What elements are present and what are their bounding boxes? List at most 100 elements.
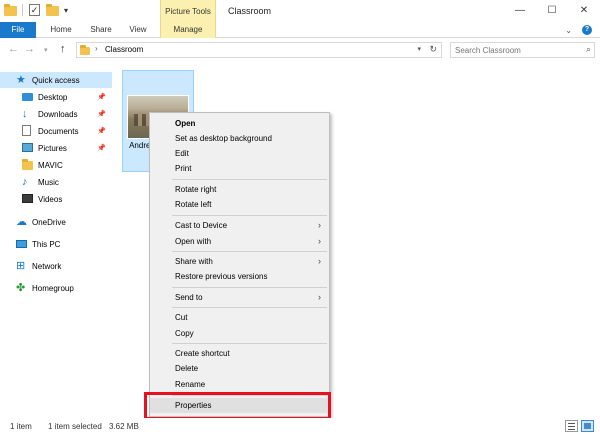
forward-arrow-icon[interactable]: →	[24, 43, 35, 55]
nav-item-pictures[interactable]: Pictures 📌	[0, 140, 112, 156]
quick-access-toolbar: ✓ ▾	[4, 4, 68, 16]
menu-item-label: Open with	[175, 237, 212, 246]
star-icon: ★	[16, 74, 26, 86]
menu-item-cast-to-device[interactable]: Cast to Device ›	[150, 218, 329, 233]
menu-item-delete[interactable]: Delete	[150, 361, 329, 376]
nav-item-music[interactable]: ♪ Music	[0, 174, 112, 190]
details-view-icon[interactable]	[565, 420, 578, 432]
tab-manage[interactable]: Manage	[160, 22, 216, 38]
nav-item-label: MAVIC	[38, 160, 63, 170]
search-box[interactable]: ⌕	[450, 42, 595, 58]
desktop-icon	[22, 91, 34, 103]
nav-item-label: Music	[38, 177, 59, 187]
menu-item-open-with[interactable]: Open with ›	[150, 234, 329, 249]
search-icon[interactable]: ⌕	[586, 44, 591, 55]
nav-item-label: Desktop	[38, 92, 68, 102]
menu-separator	[172, 307, 327, 308]
selection-size: 3.62 MB	[109, 422, 139, 431]
pin-icon[interactable]: 📌	[97, 144, 106, 152]
menu-item-create-shortcut[interactable]: Create shortcut	[150, 346, 329, 361]
video-icon	[22, 193, 34, 205]
tab-view[interactable]: View	[122, 22, 154, 38]
pin-icon[interactable]: 📌	[97, 110, 106, 118]
toolbar-divider	[22, 4, 23, 16]
menu-item-cut[interactable]: Cut	[150, 310, 329, 325]
picture-tools-header: Picture Tools	[160, 0, 216, 22]
nav-item-downloads[interactable]: ↓ Downloads 📌	[0, 106, 112, 122]
tab-file[interactable]: File	[0, 22, 36, 38]
menu-item-copy[interactable]: Copy	[150, 326, 329, 341]
pictures-icon	[22, 142, 34, 154]
menu-separator	[172, 287, 327, 288]
nav-item-onedrive[interactable]: ☁ OneDrive	[0, 214, 112, 230]
nav-item-label: Quick access	[32, 75, 80, 85]
nav-item-label: OneDrive	[32, 217, 66, 227]
address-dropdown-icon[interactable]: ▾	[417, 45, 421, 53]
nav-item-videos[interactable]: Videos	[0, 191, 112, 207]
menu-item-set-desktop-background[interactable]: Set as desktop background	[150, 131, 329, 146]
menu-item-open[interactable]: Open	[150, 116, 329, 131]
tab-share[interactable]: Share	[84, 22, 118, 38]
menu-separator	[172, 343, 327, 344]
expand-ribbon-icon[interactable]: ⌄	[565, 26, 572, 35]
nav-item-label: Pictures	[38, 143, 67, 153]
nav-item-label: Network	[32, 261, 62, 271]
back-arrow-icon[interactable]: ←	[8, 43, 19, 55]
nav-item-label: Documents	[38, 126, 79, 136]
customize-toolbar-dropdown-icon[interactable]: ▾	[64, 6, 68, 15]
menu-item-print[interactable]: Print	[150, 161, 329, 176]
download-icon: ↓	[22, 108, 28, 120]
help-icon[interactable]: ?	[582, 25, 592, 35]
nav-item-label: Videos	[38, 194, 63, 204]
menu-item-rotate-right[interactable]: Rotate right	[150, 182, 329, 197]
breadcrumb-chevron-icon[interactable]: ›	[95, 44, 98, 53]
close-button[interactable]: ✕	[568, 0, 600, 22]
selection-count: 1 item selected	[48, 422, 102, 431]
nav-item-documents[interactable]: Documents 📌	[0, 123, 112, 139]
address-bar[interactable]: › Classroom ▾ ↻	[76, 42, 442, 58]
menu-item-restore-previous-versions[interactable]: Restore previous versions	[150, 269, 329, 284]
ribbon-tabs: File Home Share View Manage ⌄ ?	[0, 22, 600, 38]
search-input[interactable]	[451, 43, 579, 57]
minimize-button[interactable]: —	[504, 0, 536, 22]
recent-locations-icon[interactable]: ▾	[44, 46, 48, 54]
nav-item-quick-access[interactable]: ★ Quick access	[0, 72, 112, 88]
menu-item-label: Share with	[175, 257, 213, 266]
ribbon-right-controls: ⌄ ?	[565, 22, 592, 38]
breadcrumb-classroom[interactable]: Classroom	[105, 45, 143, 54]
cloud-icon: ☁	[16, 216, 27, 228]
nav-item-desktop[interactable]: Desktop 📌	[0, 89, 112, 105]
nav-item-mavic[interactable]: MAVIC	[0, 157, 112, 173]
tab-home[interactable]: Home	[44, 22, 78, 38]
refresh-icon[interactable]: ↻	[429, 44, 437, 55]
highlight-box	[144, 392, 331, 420]
menu-separator	[172, 251, 327, 252]
menu-item-label: Cast to Device	[175, 221, 228, 230]
new-folder-icon[interactable]	[46, 4, 59, 16]
nav-item-homegroup[interactable]: ✤ Homegroup	[0, 280, 112, 296]
network-icon: ⊞	[16, 260, 26, 272]
status-bar: 1 item 1 item selected 3.62 MB	[0, 418, 600, 435]
pin-icon[interactable]: 📌	[97, 127, 106, 135]
up-arrow-icon[interactable]: ↑	[60, 43, 66, 55]
navigation-pane: ★ Quick access Desktop 📌 ↓ Downloads 📌 D…	[0, 66, 114, 410]
maximize-button[interactable]: ☐	[536, 0, 568, 22]
menu-item-share-with[interactable]: Share with ›	[150, 254, 329, 269]
submenu-arrow-icon: ›	[318, 236, 321, 246]
submenu-arrow-icon: ›	[318, 256, 321, 266]
menu-item-rotate-left[interactable]: Rotate left	[150, 197, 329, 212]
document-icon	[22, 125, 34, 137]
large-icons-view-icon[interactable]	[581, 420, 594, 432]
menu-item-rename[interactable]: Rename	[150, 377, 329, 392]
menu-item-edit[interactable]: Edit	[150, 146, 329, 161]
menu-item-send-to[interactable]: Send to ›	[150, 290, 329, 305]
folder-icon	[80, 45, 90, 55]
nav-item-this-pc[interactable]: This PC	[0, 236, 112, 252]
homegroup-icon: ✤	[16, 282, 26, 294]
nav-item-network[interactable]: ⊞ Network	[0, 258, 112, 274]
properties-check-icon[interactable]: ✓	[29, 4, 40, 16]
pin-icon[interactable]: 📌	[97, 93, 106, 101]
nav-item-label: Downloads	[38, 109, 78, 119]
window-controls: — ☐ ✕	[504, 0, 600, 22]
context-menu: Open Set as desktop background Edit Prin…	[149, 112, 330, 417]
